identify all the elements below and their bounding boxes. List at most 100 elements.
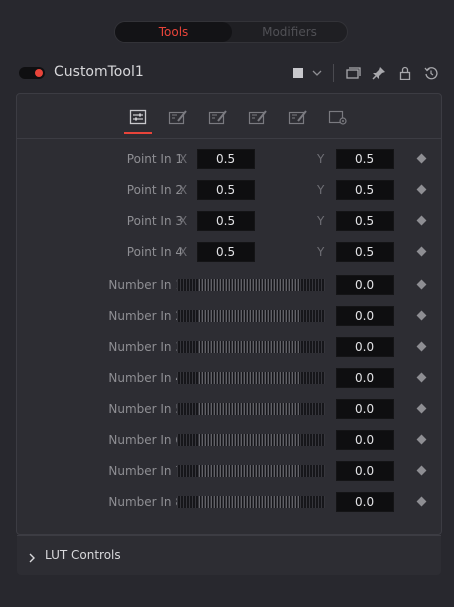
enable-dot-icon (35, 69, 43, 77)
number-input[interactable]: 0.0 (336, 306, 394, 326)
intermediate-tab-icon[interactable] (201, 104, 235, 130)
number-label: Number In 3 (108, 340, 183, 354)
header-icons (281, 64, 440, 82)
slider-ticks (199, 434, 301, 446)
number-label: Number In 7 (108, 464, 183, 478)
number-input[interactable]: 0.0 (336, 337, 394, 357)
keyframe-diamond-icon[interactable] (416, 310, 427, 321)
number-input[interactable]: 0.0 (336, 492, 394, 512)
point-x-input[interactable]: 0.5 (197, 242, 255, 262)
tool-name: CustomTool1 (54, 64, 144, 80)
number-slider[interactable] (177, 372, 325, 384)
point-x-input[interactable]: 0.5 (197, 180, 255, 200)
number-row-5: Number In 5 0.0 (17, 399, 443, 419)
keyframe-diamond-icon[interactable] (416, 184, 427, 195)
panel-tab-switch: Tools Modifiers (114, 21, 348, 43)
chevron-down-icon[interactable] (311, 64, 323, 82)
number-slider[interactable] (177, 310, 325, 322)
number-slider[interactable] (177, 434, 325, 446)
number-slider[interactable] (177, 496, 325, 508)
number-row-7: Number In 7 0.0 (17, 461, 443, 481)
number-row-1: Number In 1 0.0 (17, 275, 443, 295)
x-axis-label: X (179, 183, 188, 197)
number-input[interactable]: 0.0 (336, 368, 394, 388)
view-icon[interactable] (344, 64, 362, 82)
lut-controls-header[interactable]: LUT Controls (17, 535, 441, 575)
number-label: Number In 1 (108, 278, 183, 292)
number-slider[interactable] (177, 341, 325, 353)
number-slider[interactable] (177, 279, 325, 291)
setup-tab-icon[interactable] (161, 104, 195, 130)
x-axis-label: X (179, 214, 188, 228)
slider-ticks (199, 310, 301, 322)
slider-ticks (199, 496, 301, 508)
keyframe-diamond-icon[interactable] (416, 246, 427, 257)
keyframe-diamond-icon[interactable] (416, 403, 427, 414)
tool-enable-toggle[interactable] (19, 67, 45, 79)
number-slider[interactable] (177, 403, 325, 415)
number-row-2: Number In 2 0.0 (17, 306, 443, 326)
number-input[interactable]: 0.0 (336, 275, 394, 295)
point-y-input[interactable]: 0.5 (336, 149, 394, 169)
point-row-3: Point In 3 X 0.5 Y 0.5 (17, 211, 443, 231)
number-input[interactable]: 0.0 (336, 399, 394, 419)
keyframe-diamond-icon[interactable] (416, 215, 427, 226)
point-x-input[interactable]: 0.5 (197, 149, 255, 169)
lut-controls-label: LUT Controls (45, 548, 121, 562)
control-tabs (121, 104, 361, 134)
channels-tab-icon[interactable] (241, 104, 275, 130)
number-row-8: Number In 8 0.0 (17, 492, 443, 512)
header-separator (333, 64, 334, 82)
number-input[interactable]: 0.0 (336, 430, 394, 450)
tab-tools[interactable]: Tools (115, 22, 232, 42)
keyframe-diamond-icon[interactable] (416, 465, 427, 476)
y-axis-label: Y (317, 245, 325, 259)
point-label: Point In 4 (126, 245, 183, 259)
number-label: Number In 8 (108, 495, 183, 509)
point-label: Point In 3 (126, 214, 183, 228)
point-row-1: Point In 1 X 0.5 Y 0.5 (17, 149, 443, 169)
point-row-4: Point In 4 X 0.5 Y 0.5 (17, 242, 443, 262)
number-label: Number In 2 (108, 309, 183, 323)
x-axis-label: X (179, 152, 188, 166)
color-swatch-icon[interactable] (289, 64, 307, 82)
tabs-divider (17, 138, 441, 139)
number-label: Number In 4 (108, 371, 183, 385)
tab-modifiers[interactable]: Modifiers (232, 22, 347, 42)
number-input[interactable]: 0.0 (336, 461, 394, 481)
settings-tab-icon[interactable] (321, 104, 355, 130)
keyframe-diamond-icon[interactable] (416, 434, 427, 445)
point-x-input[interactable]: 0.5 (197, 211, 255, 231)
pin-icon[interactable] (370, 64, 388, 82)
y-axis-label: Y (317, 214, 325, 228)
chevron-right-icon (28, 549, 36, 568)
y-axis-label: Y (317, 152, 325, 166)
number-label: Number In 5 (108, 402, 183, 416)
keyframe-diamond-icon[interactable] (416, 372, 427, 383)
number-label: Number In 6 (108, 433, 183, 447)
keyframe-diamond-icon[interactable] (416, 341, 427, 352)
tool-header: CustomTool1 (0, 58, 454, 88)
point-y-input[interactable]: 0.5 (336, 211, 394, 231)
controls-tab-icon[interactable] (121, 104, 155, 134)
number-row-6: Number In 6 0.0 (17, 430, 443, 450)
keyframe-diamond-icon[interactable] (416, 496, 427, 507)
point-label: Point In 2 (126, 183, 183, 197)
keyframe-diamond-icon[interactable] (416, 279, 427, 290)
point-y-input[interactable]: 0.5 (336, 242, 394, 262)
point-label: Point In 1 (126, 152, 183, 166)
x-axis-label: X (179, 245, 188, 259)
slider-ticks (199, 372, 301, 384)
point-row-2: Point In 2 X 0.5 Y 0.5 (17, 180, 443, 200)
image-tab-icon[interactable] (281, 104, 315, 130)
lock-icon[interactable] (396, 64, 414, 82)
number-row-3: Number In 3 0.0 (17, 337, 443, 357)
slider-ticks (199, 403, 301, 415)
slider-ticks (199, 341, 301, 353)
number-slider[interactable] (177, 465, 325, 477)
reset-icon[interactable] (422, 64, 440, 82)
tool-controls-panel: Point In 1 X 0.5 Y 0.5 Point In 2 X 0.5 … (16, 93, 442, 535)
point-y-input[interactable]: 0.5 (336, 180, 394, 200)
keyframe-diamond-icon[interactable] (416, 153, 427, 164)
y-axis-label: Y (317, 183, 325, 197)
